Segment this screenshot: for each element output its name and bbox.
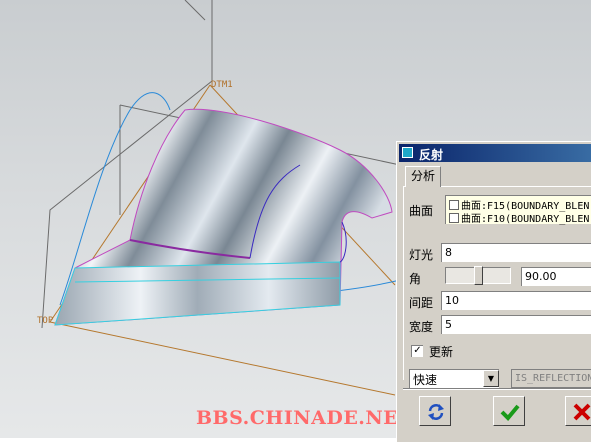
width-input[interactable]: 5 [441,315,591,334]
dialog-titlebar[interactable]: 反射 [399,144,591,162]
update-checkbox[interactable]: ✓ [411,345,423,357]
surface-item-checkbox-icon [449,200,459,210]
speed-select[interactable]: 快速 ▼ [409,369,499,388]
close-x-icon [573,403,591,421]
reflection-dialog: 反射 分析 曲面 曲面:F15(BOUNDARY_BLEN 曲面:F10(BOU… [396,141,591,442]
surface-item[interactable]: 曲面:F10(BOUNDARY_BLEN [449,210,589,225]
angle-slider[interactable] [445,266,511,285]
chevron-down-icon[interactable]: ▼ [483,370,499,387]
tab-analysis[interactable]: 分析 [405,166,441,187]
divider [403,388,591,390]
width-label: 宽度 [409,320,434,334]
app-icon [402,147,413,158]
speed-select-value: 快速 [413,373,438,387]
datum-label-dtm1: DTM1 [211,80,233,90]
watermark: BBS.CHINADE.NET [196,407,413,429]
cancel-button[interactable] [565,396,591,426]
light-input[interactable]: 8 [441,243,591,262]
light-label: 灯光 [409,248,434,262]
spacing-label: 间距 [409,296,434,310]
checkmark-icon [500,404,520,421]
angle-label: 角 [409,272,422,286]
surface-collector[interactable]: 曲面:F15(BOUNDARY_BLEN 曲面:F10(BOUNDARY_BLE… [445,195,591,225]
angle-slider-thumb[interactable] [474,266,483,285]
surface-label: 曲面 [409,204,434,218]
datum-label-top: TOP [37,316,54,326]
surface-item-checkbox-icon [449,213,459,223]
spacing-input[interactable]: 10 [441,291,591,310]
dialog-title: 反射 [419,148,444,162]
result-name-field[interactable]: IS_REFLECTION [511,369,591,388]
update-label: 更新 [429,345,454,359]
ok-button[interactable] [493,396,525,426]
repeat-button[interactable] [419,396,451,426]
angle-input[interactable]: 90.00 [521,267,591,286]
refresh-arrows-icon [428,404,444,420]
surface-item-label: 曲面:F10(BOUNDARY_BLEN [461,214,590,225]
